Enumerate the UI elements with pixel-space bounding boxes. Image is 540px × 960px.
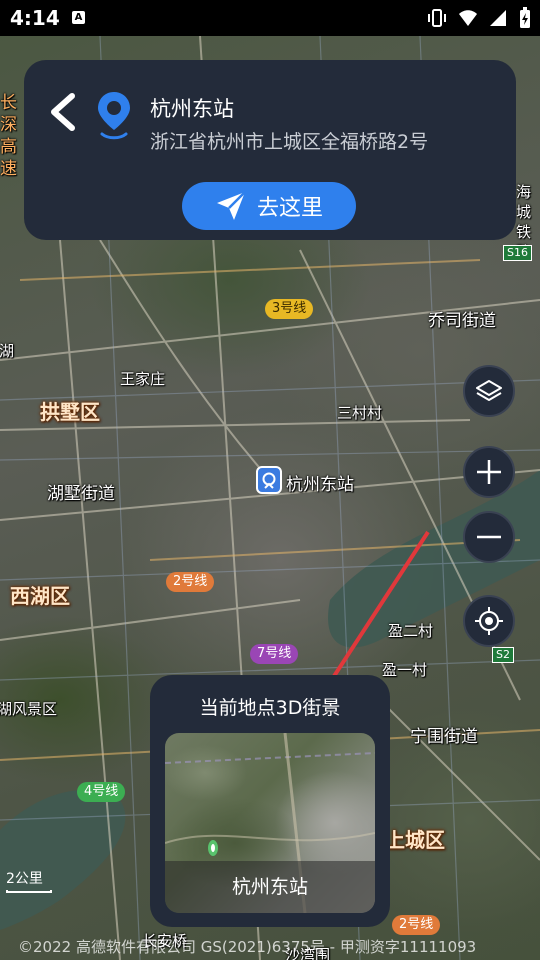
back-chevron-icon [51,93,75,131]
place-label: 湖墅街道 [47,484,115,504]
back-button[interactable] [42,90,82,134]
plus-icon [477,460,501,484]
scale-bar: 2公里 [6,868,52,893]
place-label: 西湖风景区 [0,700,58,718]
place-info-card: 杭州东站 浙江省杭州市上城区全福桥路2号 去这里 [24,60,516,240]
place-label: 盈二村 [388,622,434,640]
scale-bar-line [6,890,52,893]
status-time: 4:14 [10,6,60,30]
place-label: 王家庄 [120,370,166,388]
go-here-button[interactable]: 去这里 [182,182,356,230]
place-title: 杭州东站 [150,97,234,121]
district-label: 拱墅区 [40,400,100,424]
district-label: 西湖区 [10,584,70,608]
navigate-arrow-icon [216,191,246,220]
layers-button[interactable] [463,365,515,417]
zoom-in-button[interactable] [463,446,515,498]
status-bar: 4:14 A [0,0,540,36]
street-view-title: 当前地点3D街景 [199,697,341,719]
wifi-icon [459,10,477,26]
minus-icon [477,535,501,539]
place-label: 杭州东站 [286,475,354,495]
place-address: 浙江省杭州市上城区全福桥路2号 [150,131,429,153]
a-badge-icon: A [72,11,85,24]
battery-icon [520,7,530,28]
go-here-label: 去这里 [256,196,323,221]
metro-line-badge: 2号线 [392,915,441,935]
location-pin-icon [96,90,132,140]
highway-shield: S2 [492,647,514,663]
layers-icon [476,380,502,401]
district-label: 上城区 [385,828,445,852]
street-view-caption: 杭州东站 [165,861,375,913]
copyright-text: ©2022 高德软件有限公司 GS(2021)6375号 - 甲测资字11111… [18,938,477,956]
place-label: 三村村 [337,404,383,422]
locate-target-icon [475,607,503,635]
vibrate-icon [428,9,446,27]
street-view-thumbnail[interactable]: 杭州东站 [165,733,375,913]
place-label: 盈一村 [382,661,428,679]
edge-label: 净湖 [0,342,15,360]
place-label: 宁围街道 [410,727,478,747]
metro-line-badge: 2号线 [166,572,215,592]
place-label: 乔司街道 [428,311,496,331]
street-view-card[interactable]: 当前地点3D街景 杭州东站 [150,675,390,927]
locate-button[interactable] [463,595,515,647]
scale-bar-label: 2公里 [6,871,43,887]
metro-line-badge: 3号线 [265,299,314,319]
highway-shield: S16 [503,245,532,261]
highway-label: 长深高速 [0,93,17,179]
status-icons [426,7,532,29]
metro-line-badge: 4号线 [77,782,126,802]
metro-line-badge: 7号线 [250,644,299,664]
zoom-out-button[interactable] [463,511,515,563]
train-station-marker-icon[interactable] [256,466,282,494]
signal-icon [490,10,506,26]
